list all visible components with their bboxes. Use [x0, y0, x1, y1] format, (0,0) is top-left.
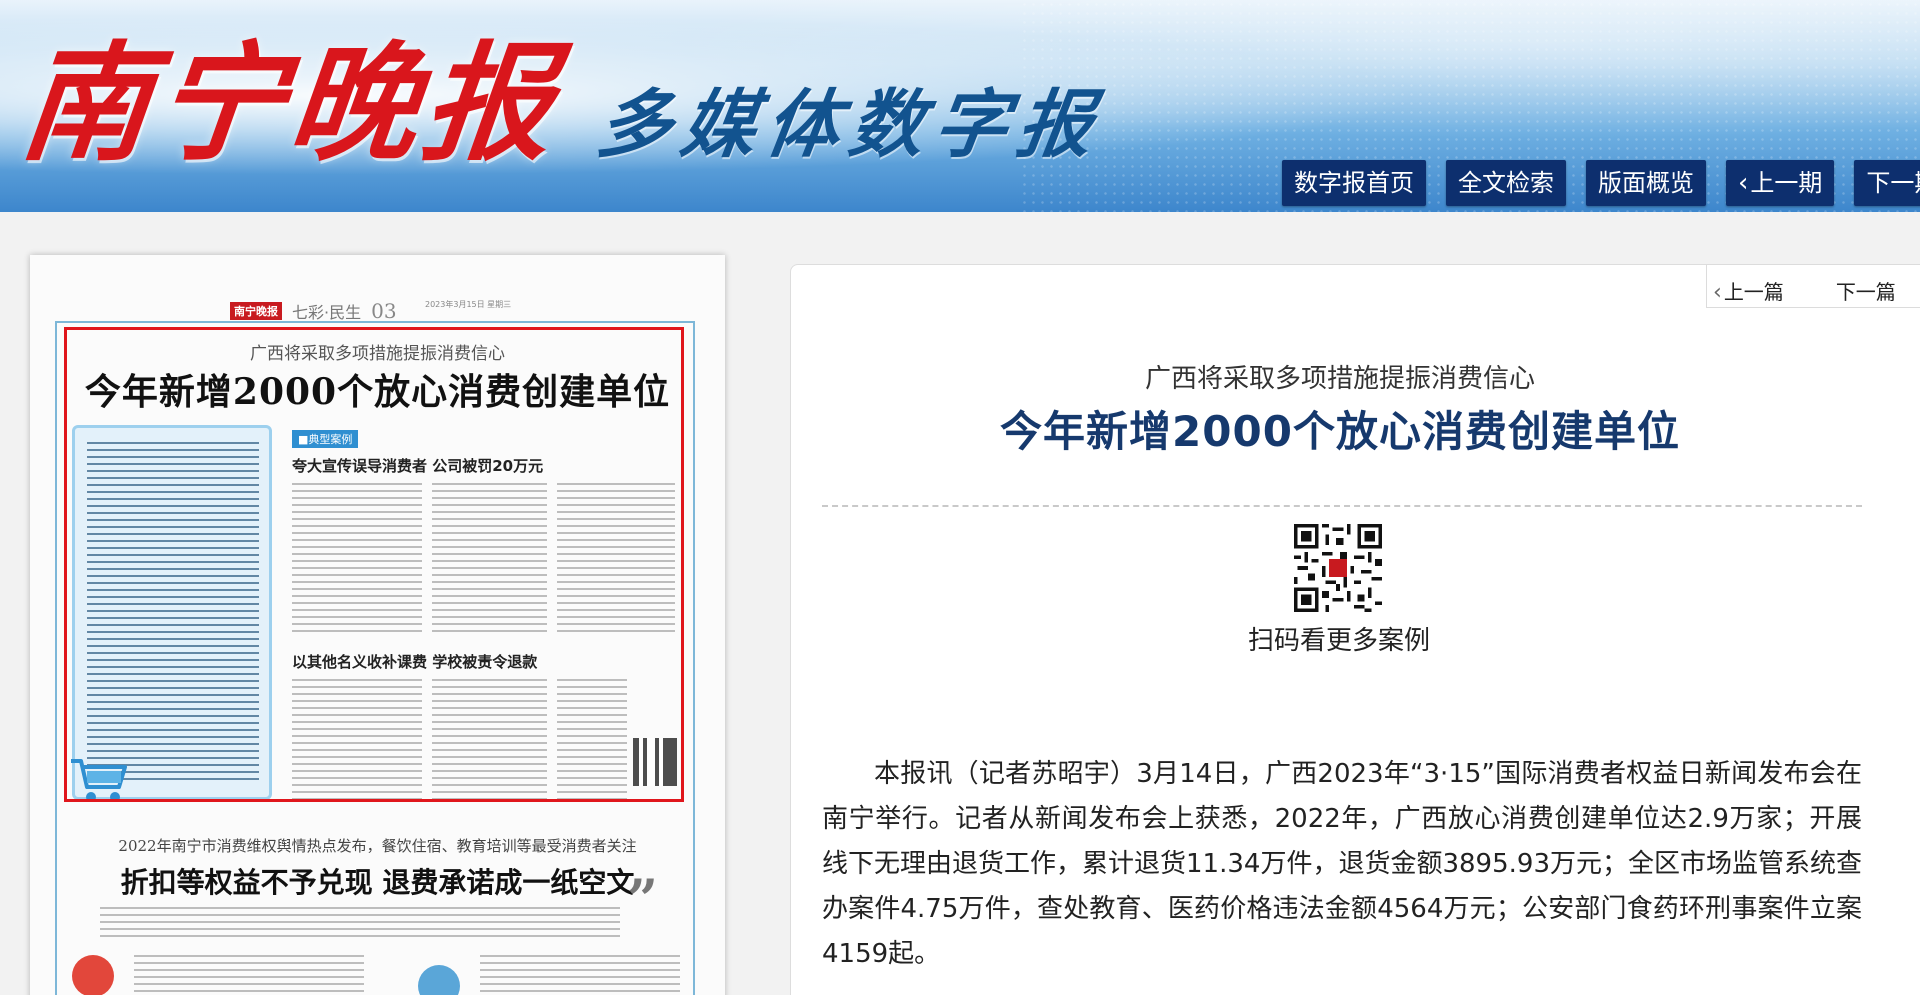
nav-search-label: 全文检索: [1458, 169, 1554, 197]
qr-caption: 扫码看更多案例: [1247, 626, 1430, 656]
prev-article-link[interactable]: ‹ 上一篇: [1713, 276, 1784, 305]
thumb-meta: 2023年3月15日 星期三: [425, 300, 512, 309]
nav-search-button[interactable]: 全文检索: [1446, 160, 1566, 206]
nav-prev-issue-button[interactable]: ‹ 上一期: [1726, 160, 1835, 206]
article-title: 今年新增2000个放心消费创建单位: [1000, 407, 1680, 456]
nav-overview-button[interactable]: 版面概览: [1586, 160, 1706, 206]
chevron-left-icon: ‹: [1738, 168, 1749, 198]
next-article-link[interactable]: 下一篇: [1836, 276, 1896, 305]
thumb-section-name: 七彩·民生: [292, 303, 362, 322]
top-nav: 数字报首页 全文检索 版面概览 ‹上一期 下一期›: [1282, 160, 1920, 206]
nav-next-issue-button[interactable]: 下一期›: [1854, 160, 1920, 206]
utensils-icon: [72, 955, 114, 995]
nav-home-button[interactable]: 数字报首页: [1282, 160, 1426, 206]
qr-code-icon: [1294, 524, 1382, 612]
nav-overview-label: 版面概览: [1598, 169, 1694, 197]
chevron-left-icon: ‹: [1713, 280, 1722, 305]
brand-subtitle: 多媒体数字报: [591, 82, 1109, 168]
thumb-page-number: 03: [371, 299, 397, 323]
selected-article-highlight[interactable]: [64, 327, 684, 802]
article-divider: [822, 505, 1862, 507]
nav-prev-issue-label: 上一期: [1750, 169, 1823, 197]
thumb-mini-logo: 南宁晚报: [230, 302, 282, 320]
thumb-second-kicker: 2022年南宁市消费维权舆情热点发布，餐饮住宿、教育培训等最受消费者关注: [118, 837, 637, 855]
nav-next-issue-label: 下一期: [1866, 169, 1920, 197]
brand-logo[interactable]: 南宁晚报 多媒体数字报: [14, 18, 1108, 179]
next-article-label: 下一篇: [1835, 280, 1896, 304]
page-thumbnail[interactable]: 南宁晚报 七彩·民生 03 2023年3月15日 星期三 广西将采取多项措施提振…: [30, 255, 725, 995]
article-body-paragraph: 本报讯（记者苏昭宇）3月14日，广西2023年“3·15”国际消费者权益日新闻发…: [822, 759, 1862, 969]
article-subtitle: 广西将采取多项措施提振消费信心: [1144, 364, 1535, 394]
article-pager: ‹ 上一篇 下一篇: [1713, 276, 1896, 305]
nav-home-label: 数字报首页: [1294, 169, 1414, 197]
prev-article-label: 上一篇: [1723, 280, 1784, 304]
thumb-second-title: 折扣等权益不予兑现 退费承诺成一纸空文: [120, 866, 635, 899]
thumb-masthead: 南宁晚报 七彩·民生 03: [230, 299, 397, 323]
thumb-bottom-text-2: [480, 955, 680, 995]
thumb-bottom-text-1: [134, 955, 364, 995]
quote-icon: ”: [627, 867, 659, 931]
site-header: 南宁晚报 多媒体数字报 数字报首页 全文检索 版面概览 ‹上一期 下一期›: [0, 0, 1920, 212]
thumb-second-text: [100, 907, 620, 937]
brand-name: 南宁晚报: [14, 29, 566, 179]
page-thumbnail-card: 南宁晚报 七彩·民生 03 2023年3月15日 星期三 广西将采取多项措施提振…: [30, 255, 725, 995]
